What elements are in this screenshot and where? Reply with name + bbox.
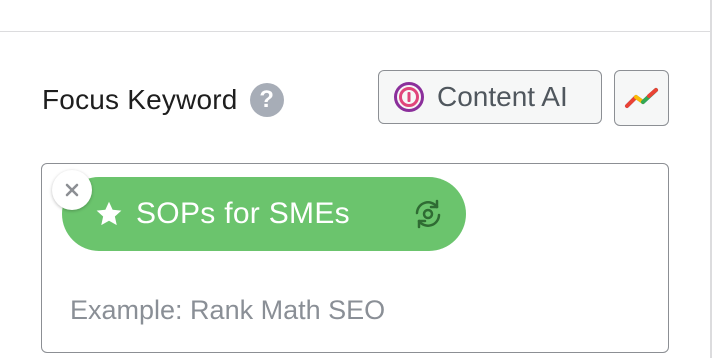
focus-keyword-label: Focus Keyword xyxy=(42,84,238,115)
google-trends-icon xyxy=(624,88,658,108)
focus-keyword-panel: Focus Keyword ? Content AI SOPs for SMEs xyxy=(0,0,712,358)
keyword-input[interactable] xyxy=(70,288,650,332)
close-icon xyxy=(65,183,79,197)
section-divider xyxy=(0,31,712,32)
content-ai-label: Content AI xyxy=(437,81,568,112)
rerank-icon[interactable] xyxy=(410,196,446,232)
content-ai-button[interactable]: Content AI xyxy=(378,70,602,124)
keyword-tag-text: SOPs for SMEs xyxy=(136,197,350,230)
focus-keyword-label-row: Focus Keyword ? xyxy=(42,80,284,120)
content-ai-icon xyxy=(394,82,424,112)
question-circle-icon[interactable]: ? xyxy=(249,83,284,117)
remove-keyword-button[interactable] xyxy=(52,170,92,210)
google-trends-button[interactable] xyxy=(614,70,669,126)
star-icon xyxy=(96,201,122,226)
keyword-tag[interactable]: SOPs for SMEs xyxy=(62,177,466,251)
